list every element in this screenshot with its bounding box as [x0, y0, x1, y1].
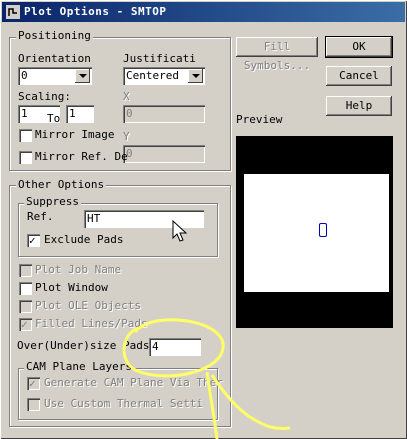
justification-select[interactable]: Centered [123, 67, 205, 85]
justification-label: Justificati [123, 52, 196, 65]
oversize-label: Over(Under)size Pads [17, 339, 150, 352]
scaling-to-field[interactable]: 1 [66, 105, 94, 123]
check-mark-icon: ✓ [21, 318, 28, 331]
generate-cam-checkbox[interactable]: ✓ [27, 377, 40, 390]
positioning-legend: Positioning [16, 29, 93, 42]
pad-shape [319, 223, 327, 237]
cam-plane-legend: CAM Plane Layers [24, 360, 134, 373]
chevron-down-icon[interactable] [188, 69, 203, 83]
plot-options-dialog: Plot Options - SMTOP Positioning Orienta… [0, 0, 407, 439]
preview-page [244, 174, 389, 292]
generate-cam-label: Generate CAM Plane Via Ther [44, 376, 223, 389]
custom-thermal-checkbox[interactable] [27, 398, 40, 411]
orientation-label: Orientation [18, 52, 91, 65]
scaling-label: Scaling: [18, 90, 71, 103]
help-button[interactable]: Help [326, 96, 392, 116]
exclude-pads-checkbox[interactable]: ✓ [27, 234, 40, 247]
check-mark-icon: ✓ [29, 234, 36, 247]
ok-button[interactable]: OK [325, 36, 393, 58]
filled-lines-checkbox[interactable]: ✓ [19, 318, 32, 331]
app-icon [6, 5, 20, 19]
filled-lines-label: Filled Lines/Pads [35, 317, 148, 330]
plot-window-checkbox[interactable] [19, 282, 32, 295]
orientation-select[interactable]: 0 [18, 67, 92, 85]
mirror-ref-label: Mirror Ref. De [35, 150, 128, 163]
title-bar[interactable]: Plot Options - SMTOP [2, 2, 405, 22]
plot-ole-objects-checkbox[interactable] [19, 300, 32, 313]
y-field[interactable]: 0 [123, 145, 205, 163]
window-title: Plot Options - SMTOP [24, 5, 167, 18]
preview-label: Preview [236, 113, 283, 126]
plot-window-label: Plot Window [35, 281, 108, 294]
mouse-cursor-icon [172, 220, 188, 242]
x-field[interactable]: 0 [123, 105, 205, 123]
preview-pane [236, 136, 393, 328]
plot-job-name-label: Plot Job Name [35, 263, 122, 276]
mirror-ref-checkbox[interactable] [19, 151, 32, 164]
other-options-legend: Other Options [16, 178, 107, 191]
oversize-field[interactable]: 4 [149, 338, 201, 356]
check-mark-icon: ✓ [29, 377, 36, 390]
scaling-to-label: To [47, 112, 61, 125]
y-label: Y [123, 130, 130, 143]
x-label: X [123, 90, 130, 103]
mirror-image-checkbox[interactable] [19, 129, 32, 142]
mirror-image-label: Mirror Image [35, 128, 115, 141]
orientation-value: 0 [21, 69, 28, 82]
plot-ole-objects-label: Plot OLE Objects [35, 299, 141, 312]
fill-symbols-button[interactable]: Fill Symbols... [236, 37, 318, 72]
justification-value: Centered [126, 69, 179, 82]
cancel-button[interactable]: Cancel [326, 66, 392, 86]
chevron-down-icon[interactable] [75, 69, 90, 83]
exclude-pads-label: Exclude Pads [44, 233, 124, 246]
ref-label: Ref. [27, 210, 54, 223]
plot-job-name-checkbox[interactable] [19, 264, 32, 277]
suppress-legend: Suppress [24, 195, 81, 208]
custom-thermal-label: Use Custom Thermal Setti [44, 397, 203, 410]
